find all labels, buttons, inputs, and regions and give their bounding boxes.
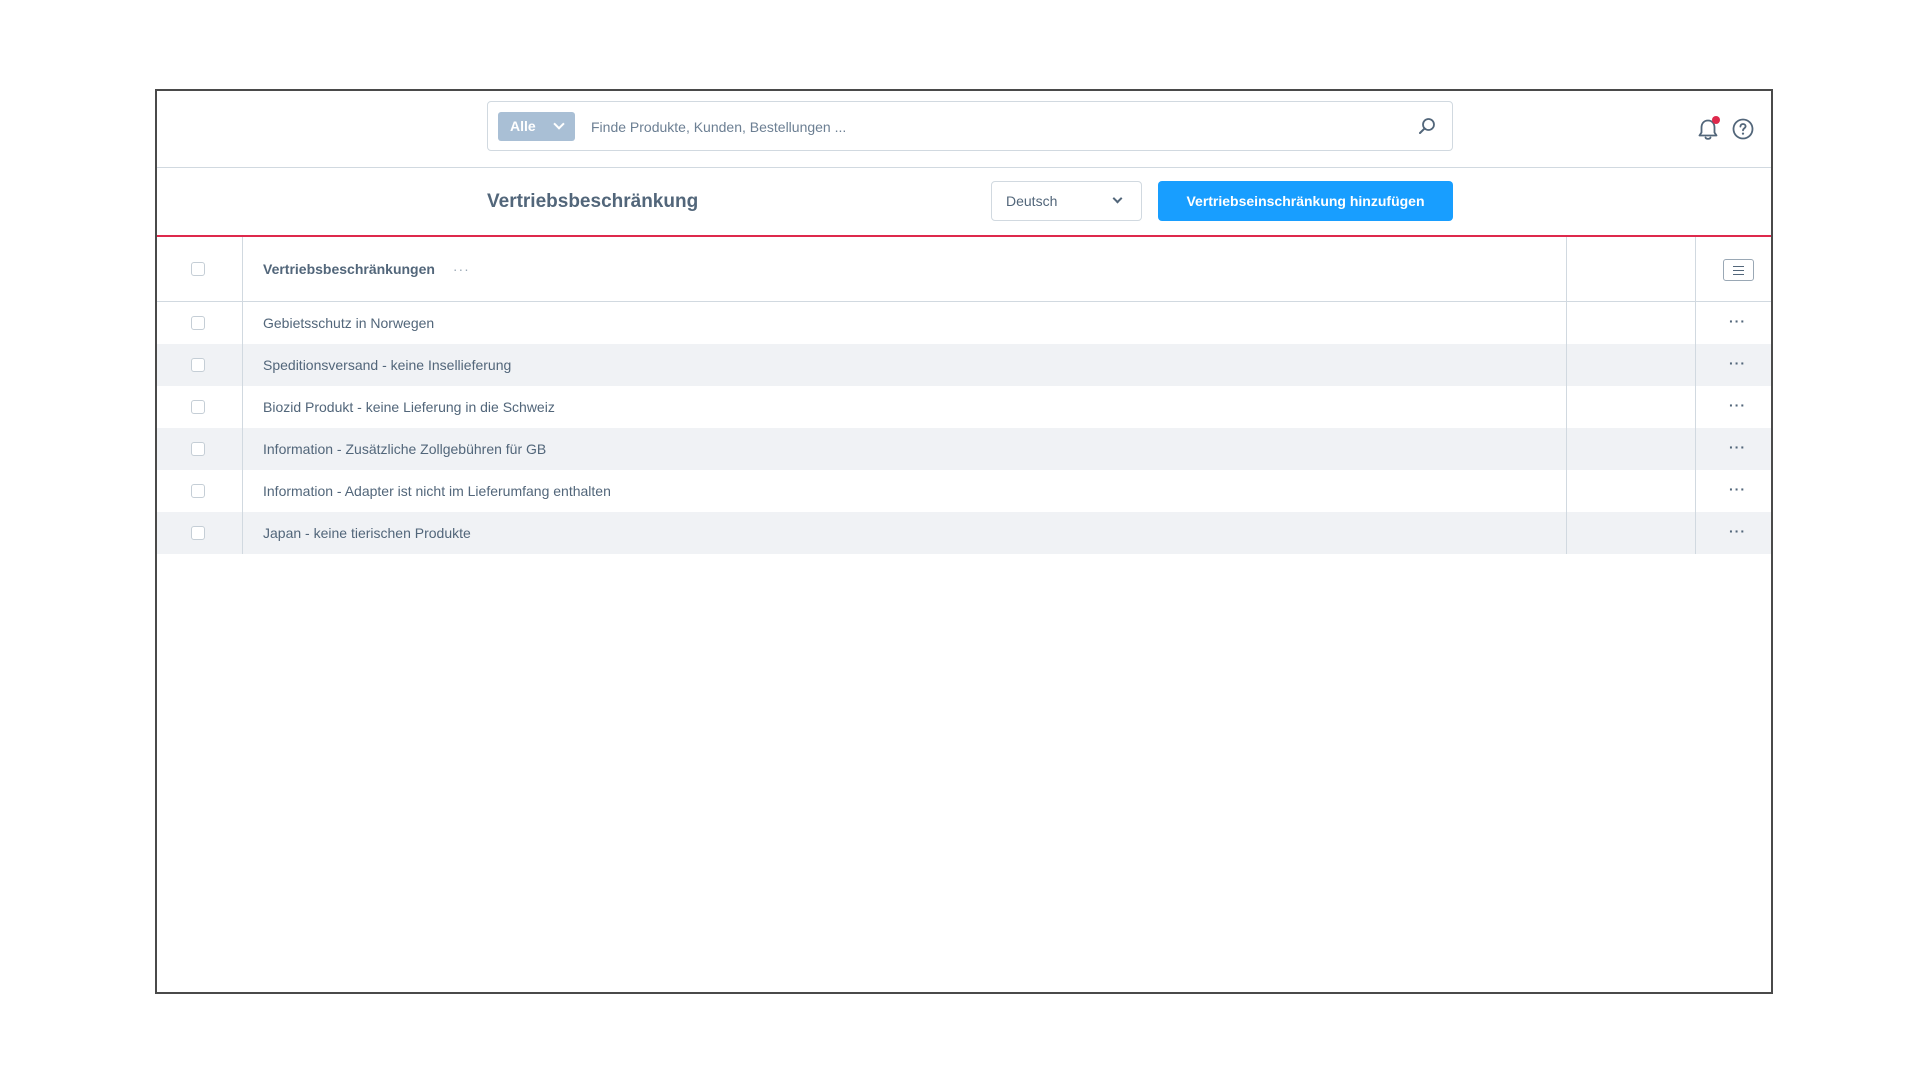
- row-select-cell: [157, 386, 243, 428]
- menu-icon-bar: [1733, 270, 1744, 271]
- restriction-name[interactable]: Information - Zusätzliche Zollgebühren f…: [243, 428, 1567, 470]
- row-actions-cell: ···: [1696, 386, 1771, 428]
- select-all-checkbox[interactable]: [191, 262, 205, 276]
- row-checkbox[interactable]: [191, 400, 205, 414]
- row-actions-cell: ···: [1696, 302, 1771, 344]
- top-bar: Alle: [157, 91, 1771, 168]
- row-actions-button[interactable]: ···: [1729, 398, 1746, 412]
- table-row[interactable]: Information - Adapter ist nicht im Liefe…: [157, 470, 1771, 512]
- row-select-cell: [157, 470, 243, 512]
- row-select-cell: [157, 302, 243, 344]
- menu-icon: [1733, 266, 1744, 267]
- table-row[interactable]: Gebietsschutz in Norwegen ···: [157, 302, 1771, 344]
- notification-badge: [1712, 116, 1720, 124]
- row-empty-cell: [1567, 470, 1696, 512]
- restriction-name[interactable]: Japan - keine tierischen Produkte: [243, 512, 1567, 554]
- row-actions-cell: ···: [1696, 470, 1771, 512]
- restriction-name[interactable]: Gebietsschutz in Norwegen: [243, 302, 1567, 344]
- row-actions-cell: ···: [1696, 512, 1771, 554]
- page-header: Vertriebsbeschränkung Deutsch Vertriebse…: [157, 167, 1771, 237]
- row-select-cell: [157, 512, 243, 554]
- column-header-empty: [1567, 237, 1696, 301]
- global-search: Alle: [487, 101, 1453, 151]
- row-actions-button[interactable]: ···: [1729, 440, 1746, 454]
- row-actions-button[interactable]: ···: [1729, 356, 1746, 370]
- row-actions-cell: ···: [1696, 428, 1771, 470]
- column-header-label: Vertriebsbeschränkungen: [263, 261, 435, 277]
- column-options-button[interactable]: ···: [453, 237, 470, 302]
- select-all-cell: [157, 237, 243, 301]
- chevron-down-icon: [1112, 193, 1123, 204]
- row-checkbox[interactable]: [191, 316, 205, 330]
- chevron-down-icon: [553, 118, 565, 130]
- row-checkbox[interactable]: [191, 358, 205, 372]
- search-type-label: Alle: [510, 118, 536, 134]
- help-circle-icon[interactable]: [1731, 117, 1755, 141]
- row-checkbox[interactable]: [191, 484, 205, 498]
- restriction-name[interactable]: Biozid Produkt - keine Lieferung in die …: [243, 386, 1567, 428]
- search-type-select[interactable]: Alle: [498, 112, 575, 141]
- row-actions-button[interactable]: ···: [1729, 482, 1746, 496]
- row-select-cell: [157, 344, 243, 386]
- column-header-name[interactable]: Vertriebsbeschränkungen ···: [243, 237, 1567, 301]
- search-input[interactable]: [583, 110, 1393, 144]
- row-empty-cell: [1567, 344, 1696, 386]
- language-select-value: Deutsch: [1006, 193, 1058, 209]
- add-restriction-button[interactable]: Vertriebseinschränkung hinzufügen: [1158, 181, 1453, 221]
- menu-icon-bar: [1733, 274, 1744, 275]
- row-actions-button[interactable]: ···: [1729, 524, 1746, 538]
- row-empty-cell: [1567, 302, 1696, 344]
- table-row[interactable]: Information - Zusätzliche Zollgebühren f…: [157, 428, 1771, 470]
- row-empty-cell: [1567, 512, 1696, 554]
- search-icon[interactable]: [1416, 115, 1438, 137]
- table-row[interactable]: Biozid Produkt - keine Lieferung in die …: [157, 386, 1771, 428]
- page-title: Vertriebsbeschränkung: [487, 191, 699, 212]
- grid-settings-button[interactable]: [1723, 259, 1754, 281]
- row-empty-cell: [1567, 386, 1696, 428]
- column-header-actions: [1696, 237, 1771, 301]
- grid-header-row: Vertriebsbeschränkungen ···: [157, 237, 1771, 302]
- restrictions-grid: Vertriebsbeschränkungen ··· Gebietsschut…: [157, 237, 1771, 554]
- row-select-cell: [157, 428, 243, 470]
- admin-window: Alle Vertriebsbeschränkung Deutsch Ve: [155, 89, 1773, 994]
- row-actions-cell: ···: [1696, 344, 1771, 386]
- row-checkbox[interactable]: [191, 442, 205, 456]
- language-select[interactable]: Deutsch: [991, 181, 1142, 221]
- table-row[interactable]: Speditionsversand - keine Insellieferung…: [157, 344, 1771, 386]
- restriction-name[interactable]: Information - Adapter ist nicht im Liefe…: [243, 470, 1567, 512]
- row-actions-button[interactable]: ···: [1729, 314, 1746, 328]
- table-row[interactable]: Japan - keine tierischen Produkte ···: [157, 512, 1771, 554]
- row-empty-cell: [1567, 428, 1696, 470]
- row-checkbox[interactable]: [191, 526, 205, 540]
- restriction-name[interactable]: Speditionsversand - keine Insellieferung: [243, 344, 1567, 386]
